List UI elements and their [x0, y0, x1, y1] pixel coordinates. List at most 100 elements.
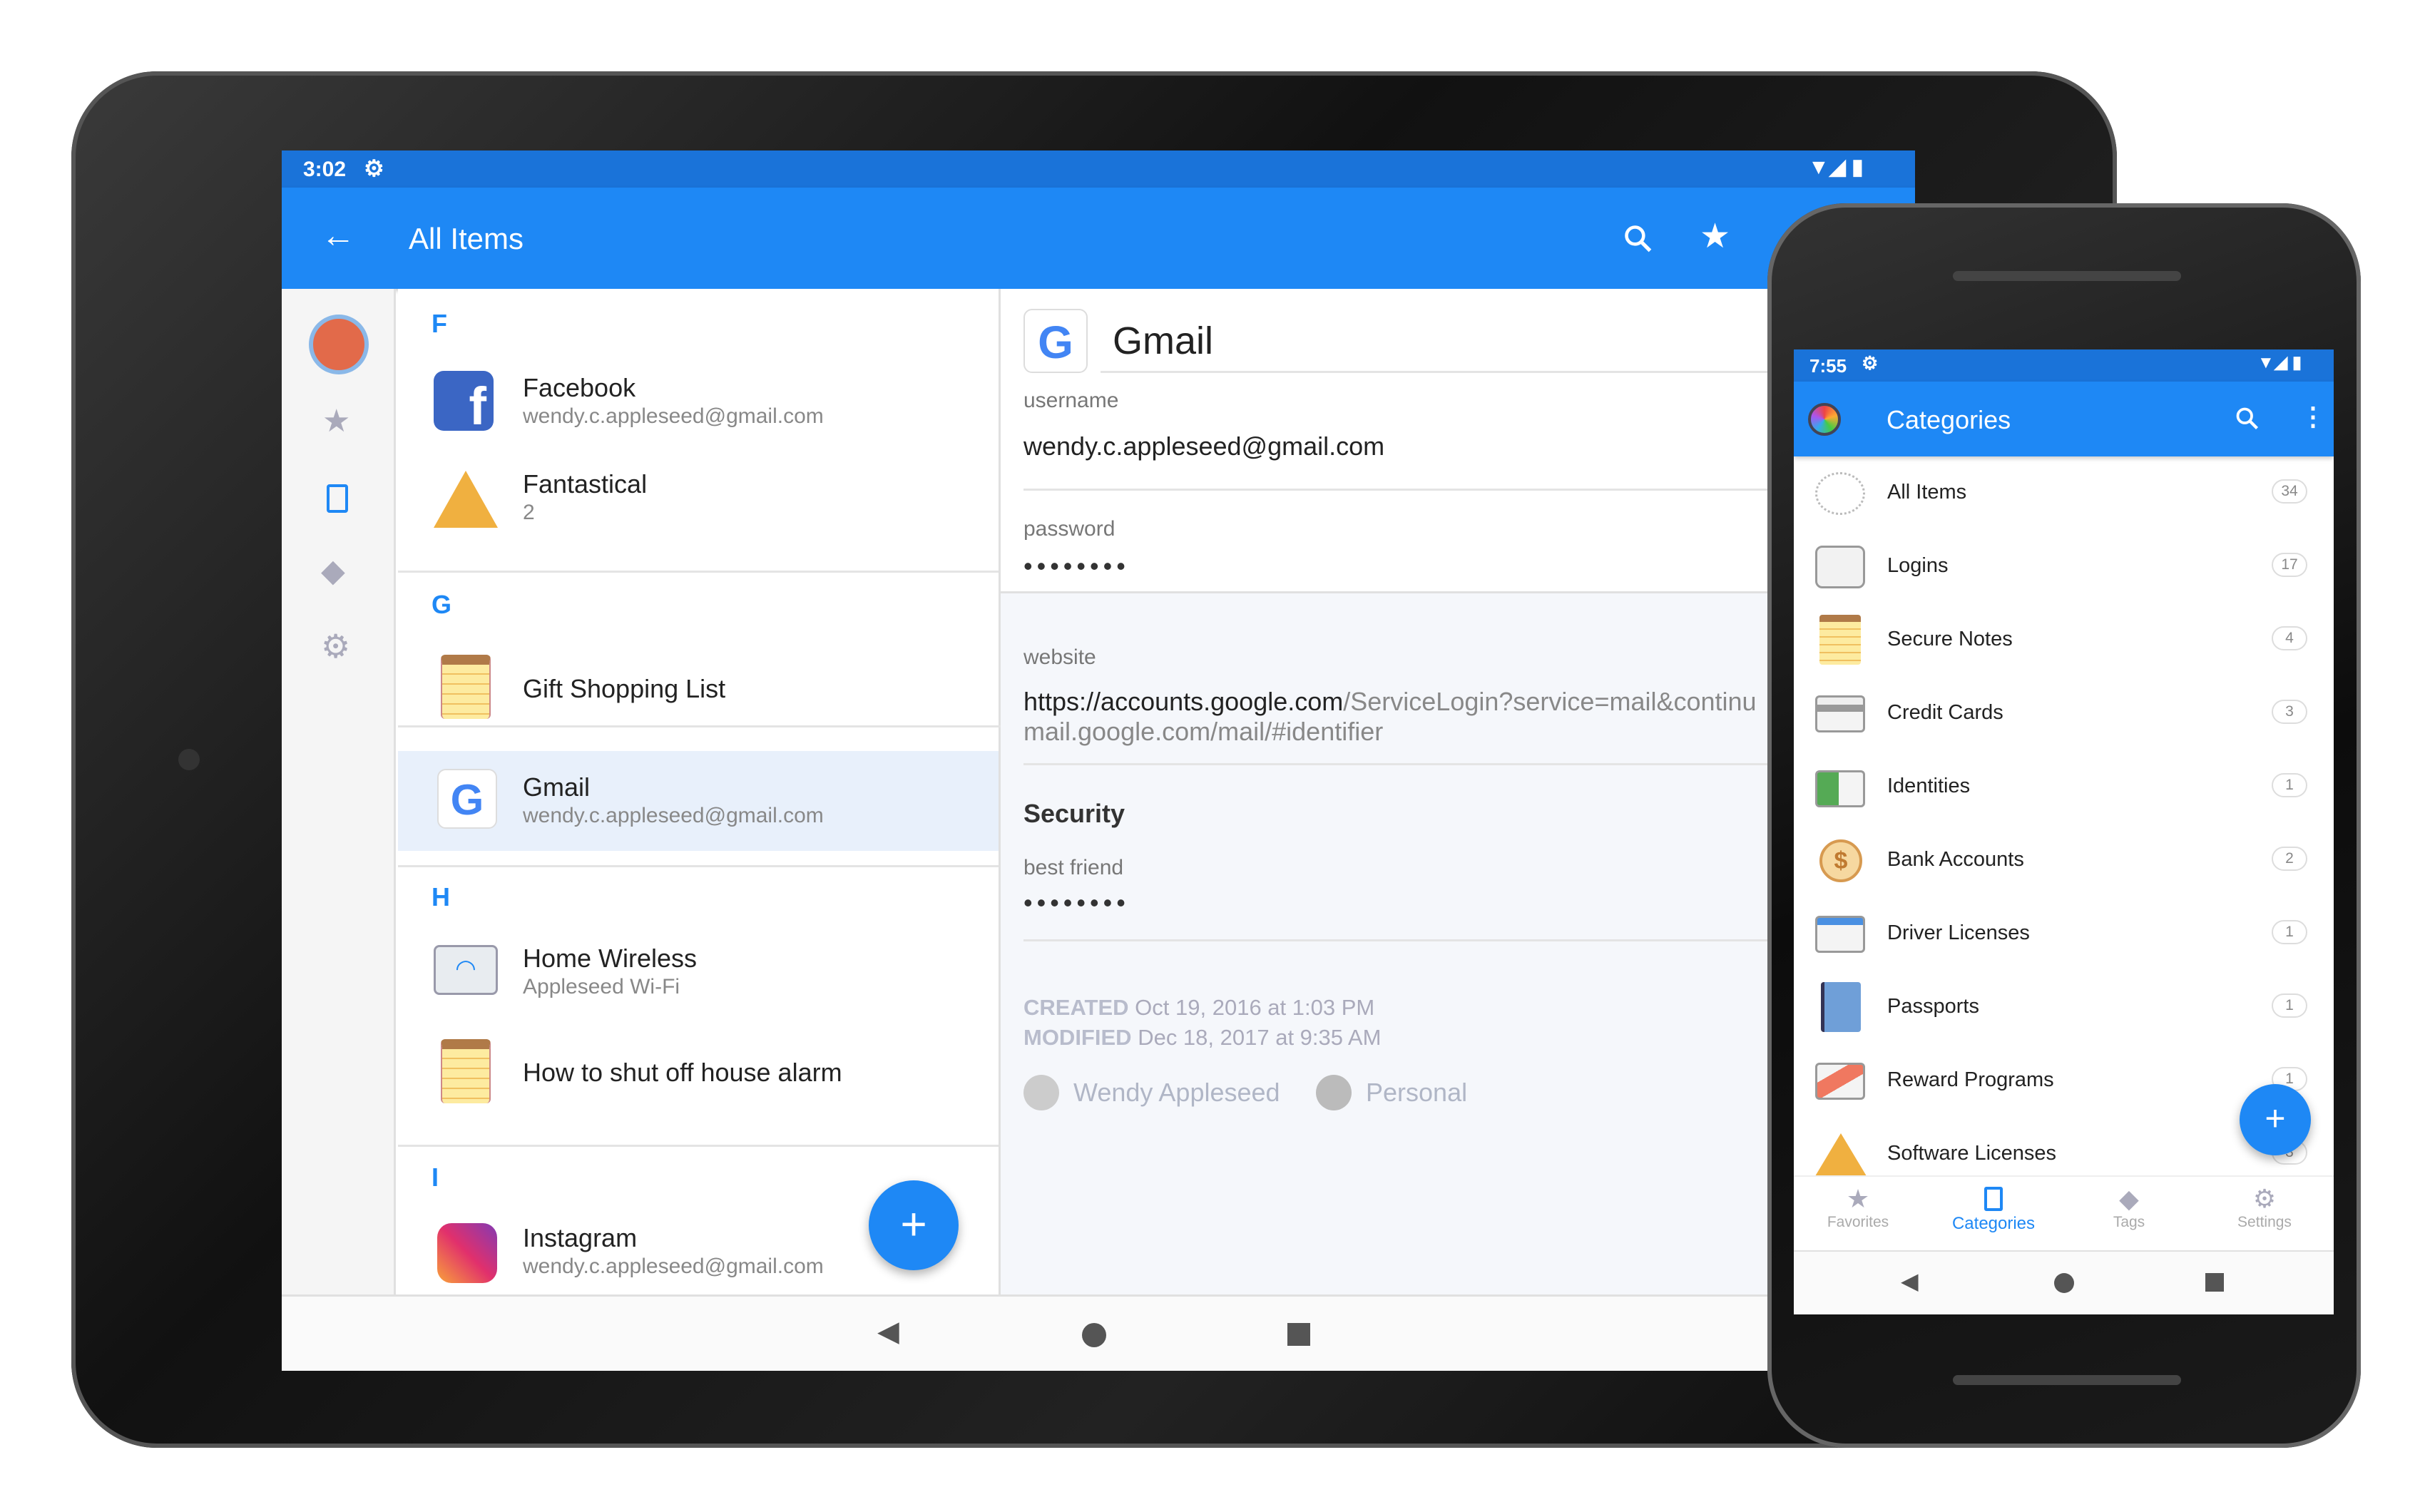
item-subtitle: wendy.c.appleseed@gmail.com: [523, 1255, 824, 1278]
search-icon[interactable]: [1623, 223, 1654, 255]
category-all-items[interactable]: All Items 34: [1794, 456, 2334, 530]
tab-favorites[interactable]: ★ Favorites: [1794, 1184, 1922, 1231]
items-list-body: G Gift Shopping List G Gmail wendy.c.app…: [398, 289, 999, 1302]
app-logo-icon[interactable]: [1808, 403, 1841, 436]
username-value[interactable]: wendy.c.appleseed@gmail.com: [1023, 431, 1384, 461]
section-divider: [398, 865, 999, 867]
tab-settings[interactable]: ⚙ Settings: [2200, 1184, 2329, 1231]
category-label: Credit Cards: [1887, 701, 2003, 724]
status-bar: 7:55 ⚙ ▼◢ ▮: [1794, 349, 2334, 382]
home-nav-icon[interactable]: [2054, 1273, 2074, 1293]
tab-label: Favorites: [1827, 1214, 1889, 1230]
list-item-house-alarm[interactable]: How to shut off house alarm: [398, 1023, 999, 1116]
section-header: I: [432, 1163, 439, 1192]
item-subtitle: Appleseed Wi-Fi: [523, 975, 680, 998]
category-credit-cards[interactable]: Credit Cards 3: [1794, 677, 2334, 750]
all-items-icon: [1815, 472, 1865, 515]
category-count: 1: [2272, 773, 2307, 797]
category-driver-licenses[interactable]: Driver Licenses 1: [1794, 897, 2334, 971]
category-label: Bank Accounts: [1887, 848, 2024, 871]
instagram-icon: [437, 1223, 497, 1283]
wifi-icon: ▼◢ ▮: [1808, 155, 1864, 179]
modified-label: MODIFIED: [1023, 1025, 1132, 1050]
best-friend-value[interactable]: ••••••••: [1023, 888, 1130, 918]
wireless-router-icon: ◠: [434, 945, 498, 995]
tab-label: Categories: [1951, 1214, 2036, 1233]
gear-icon: ⚙: [364, 155, 384, 181]
arrow-left-icon[interactable]: ←: [321, 216, 355, 255]
created-date: Oct 19, 2016 at 1:03 PM: [1135, 995, 1375, 1020]
avatar: [1023, 1075, 1059, 1110]
home-nav-icon[interactable]: [1082, 1323, 1106, 1347]
gear-icon: ⚙: [2252, 1184, 2277, 1213]
credit-card-icon: [1815, 695, 1865, 732]
category-count: 3: [2272, 700, 2307, 724]
page-title: All Items: [409, 222, 524, 255]
category-label: Logins: [1887, 554, 1949, 577]
category-label: Secure Notes: [1887, 628, 2013, 650]
website-line2: mail.google.com/mail/#identifier: [1023, 717, 1384, 746]
add-item-button[interactable]: +: [2240, 1084, 2311, 1155]
password-label: password: [1023, 517, 1116, 541]
star-icon[interactable]: ★: [1700, 216, 1730, 256]
secure-note-icon: [441, 1039, 491, 1103]
tablet-screen: 3:02 ⚙ ▼◢ ▮ ← All Items ★ ★ ◆ ⚙ F f Face…: [282, 150, 1915, 1371]
bottom-nav: ★ Favorites Categories ◆ Tags ⚙ Settings: [1794, 1175, 2334, 1252]
tab-tags[interactable]: ◆ Tags: [2065, 1184, 2193, 1231]
category-label: Reward Programs: [1887, 1068, 2054, 1091]
owner-name[interactable]: Wendy Appleseed: [1073, 1078, 1280, 1108]
category-count: 1: [2272, 993, 2307, 1018]
vault-icon[interactable]: [309, 315, 369, 374]
item-title: Instagram: [523, 1223, 638, 1252]
phone-speaker: [1953, 271, 2181, 281]
more-options-icon[interactable]: ⋮: [2300, 402, 2326, 431]
gear-icon[interactable]: ⚙: [321, 627, 350, 665]
item-title: Home Wireless: [523, 944, 698, 973]
star-icon[interactable]: ★: [322, 403, 350, 439]
website-label: website: [1023, 645, 1096, 669]
star-icon: ★: [1846, 1184, 1870, 1213]
list-item-home-wireless[interactable]: ◠ Home Wireless Appleseed Wi-Fi: [398, 924, 999, 1016]
search-icon[interactable]: [2235, 406, 2260, 431]
status-time: 3:02: [303, 158, 347, 181]
phone-speaker-bottom: [1953, 1375, 2181, 1385]
category-count: 1: [2272, 920, 2307, 944]
vault-name[interactable]: Personal: [1366, 1078, 1467, 1108]
vault-icon: [1316, 1075, 1352, 1110]
username-label: username: [1023, 389, 1119, 412]
passport-icon: [1821, 982, 1861, 1032]
back-nav-icon[interactable]: ◀: [877, 1315, 899, 1348]
system-nav-bar: ◀: [1794, 1252, 2334, 1314]
categories-icon: [1984, 1187, 2003, 1211]
category-secure-notes[interactable]: Secure Notes 4: [1794, 603, 2334, 677]
tab-categories[interactable]: Categories: [1929, 1184, 2058, 1234]
recents-nav-icon[interactable]: [1287, 1323, 1310, 1346]
tag-icon[interactable]: ◆: [321, 553, 345, 589]
tab-label: Tags: [2113, 1214, 2145, 1230]
list-item-gmail-selected[interactable]: G Gmail wendy.c.appleseed@gmail.com: [398, 751, 999, 851]
section-header: H: [432, 882, 450, 911]
add-item-button[interactable]: +: [869, 1180, 959, 1270]
category-label: All Items: [1887, 481, 1967, 504]
google-icon: G: [437, 769, 497, 829]
category-logins[interactable]: Logins 17: [1794, 530, 2334, 603]
list-item-gift-shopping-list[interactable]: Gift Shopping List: [398, 642, 999, 735]
category-bank-accounts[interactable]: $ Bank Accounts 2: [1794, 824, 2334, 897]
status-bar: 3:02 ⚙ ▼◢ ▮: [282, 150, 1915, 188]
password-value[interactable]: ••••••••: [1023, 551, 1130, 581]
tab-label: Settings: [2237, 1214, 2292, 1230]
recents-nav-icon[interactable]: [2205, 1273, 2224, 1292]
category-identities[interactable]: Identities 1: [1794, 750, 2334, 824]
section-divider: [398, 571, 999, 573]
categories-icon[interactable]: [327, 484, 348, 513]
item-title: Gift Shopping List: [523, 674, 726, 703]
item-title: Gmail: [1113, 320, 1214, 362]
category-passports[interactable]: Passports 1: [1794, 971, 2334, 1044]
back-nav-icon[interactable]: ◀: [1901, 1267, 1919, 1294]
app-bar: ← All Items ★: [282, 188, 1915, 289]
secure-note-icon: [441, 655, 491, 719]
software-license-icon: [1815, 1133, 1867, 1176]
reward-icon: [1815, 1063, 1865, 1100]
best-friend-label: best friend: [1023, 856, 1124, 879]
item-title: Gmail: [523, 772, 591, 802]
